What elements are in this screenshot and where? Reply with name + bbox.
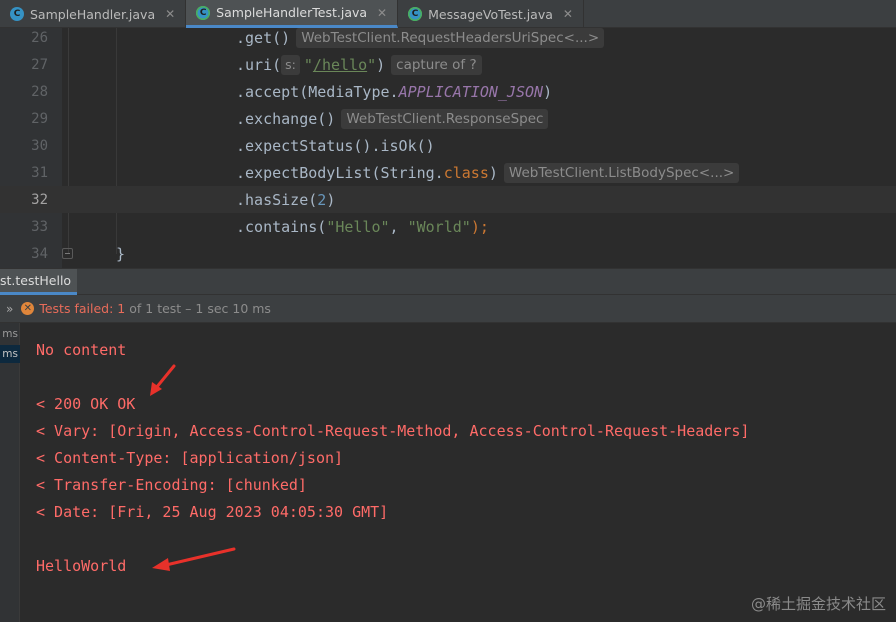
parameter-hint: s:	[281, 54, 300, 75]
code-line[interactable]: 33 .contains("Hello", "World");	[0, 213, 896, 240]
annotation-arrow-icon	[152, 547, 236, 571]
java-test-class-icon: C	[196, 5, 211, 20]
code-text: }	[116, 245, 125, 263]
code-line-current[interactable]: 32 .hasSize(2)	[0, 186, 896, 213]
run-tool-window-header: st.testHello	[0, 268, 896, 295]
type-hint: WebTestClient.ResponseSpec	[341, 108, 549, 129]
code-line[interactable]: 29 .exchange() WebTestClient.ResponseSpec	[0, 105, 896, 132]
line-number: 34	[31, 245, 48, 262]
code-line[interactable]: 26 .get() WebTestClient.RequestHeadersUri…	[0, 24, 896, 51]
test-tree-panel: ms ms	[0, 323, 20, 622]
tab-label: SampleHandlerTest.java	[216, 5, 368, 20]
code-line[interactable]: 30 .expectStatus().isOk()	[0, 132, 896, 159]
run-tab-label: st.testHello	[0, 273, 72, 288]
console-line: < Date: [Fri, 25 Aug 2023 04:05:30 GMT]	[36, 503, 389, 521]
code-editor[interactable]: 26 .get() WebTestClient.RequestHeadersUri…	[0, 27, 896, 268]
code-segment: .expectStatus().isOk()	[236, 136, 435, 155]
console-line: < Vary: [Origin, Access-Control-Request-…	[36, 422, 750, 440]
code-segment: );	[470, 217, 489, 236]
code-text: .get() WebTestClient.RequestHeadersUriSpe…	[236, 27, 605, 48]
code-text: .contains("Hello", "World");	[236, 218, 489, 236]
tab-label: MessageVoTest.java	[428, 6, 553, 22]
close-icon[interactable]: ✕	[563, 7, 573, 21]
console-line: < Content-Type: [application/json]	[36, 449, 344, 467]
code-segment: }	[116, 244, 126, 263]
code-line[interactable]: 34 }	[0, 240, 896, 267]
code-text: .expectBodyList(String. class) WebTestClie…	[236, 162, 740, 183]
code-text: .hasSize(2)	[236, 191, 335, 209]
test-failed-count: 1	[117, 301, 126, 316]
code-segment: .exchange()	[236, 109, 336, 128]
string-literal: "World"	[407, 217, 471, 236]
line-number: 31	[31, 164, 48, 181]
code-segment: )	[488, 163, 498, 182]
type-hint: WebTestClient.RequestHeadersUriSpec<...>	[296, 27, 605, 48]
close-icon[interactable]: ✕	[165, 7, 175, 21]
console-line: < 200 OK OK	[36, 395, 136, 413]
number-literal: 2	[317, 190, 327, 209]
test-status-label: Tests failed:	[39, 301, 114, 316]
code-segment: .hasSize(	[236, 190, 318, 209]
line-number: 33	[31, 218, 48, 235]
line-number: 26	[31, 29, 48, 46]
code-text: .exchange() WebTestClient.ResponseSpec	[236, 108, 549, 129]
line-number: 32	[31, 191, 48, 208]
close-icon[interactable]: ✕	[377, 6, 387, 20]
code-line[interactable]: 27 .uri(s: "/hello") capture of ?	[0, 51, 896, 78]
code-line[interactable]: 28 .accept(MediaType. APPLICATION_JSON)	[0, 78, 896, 105]
code-segment: .expectBodyList(String.	[236, 163, 444, 182]
java-test-class-icon: C	[408, 7, 423, 21]
code-segment: )	[326, 190, 336, 209]
line-number: 28	[31, 83, 48, 100]
code-text: .accept(MediaType. APPLICATION_JSON)	[236, 83, 552, 101]
keyword: class	[443, 163, 489, 182]
code-segment: )	[543, 82, 553, 101]
line-number: 30	[31, 137, 48, 154]
code-segment: .accept(MediaType.	[236, 82, 399, 101]
code-segment: .uri(	[236, 55, 282, 74]
test-failed-icon: ✕	[21, 302, 35, 315]
url-link[interactable]: /hello	[313, 56, 367, 74]
run-tab-testhello[interactable]: st.testHello	[0, 269, 78, 295]
test-status-bar: » ✕ Tests failed: 1 of 1 test – 1 sec 10…	[0, 295, 896, 323]
java-class-icon: C	[10, 7, 24, 21]
string-literal: "Hello"	[326, 217, 390, 236]
tab-label: SampleHandler.java	[30, 6, 156, 22]
type-hint: capture of ?	[391, 54, 482, 75]
test-tree-item[interactable]: ms	[0, 325, 20, 343]
code-line[interactable]: 31 .expectBodyList(String. class) WebTestC…	[0, 159, 896, 186]
watermark: @稀土掘金技术社区	[750, 595, 886, 613]
type-hint: WebTestClient.ListBodySpec<...>	[503, 162, 740, 183]
constant: APPLICATION_JSON	[398, 82, 544, 101]
string-literal: "/hello"	[303, 55, 377, 74]
code-segment: .get()	[236, 28, 291, 47]
console-line: No content	[36, 341, 127, 359]
annotation-arrow-icon	[150, 364, 176, 396]
expand-icon[interactable]: »	[6, 302, 13, 316]
line-number: 29	[31, 110, 48, 127]
fold-icon[interactable]	[62, 248, 73, 259]
console-line: < Transfer-Encoding: [chunked]	[36, 476, 307, 494]
code-text: .uri(s: "/hello") capture of ?	[236, 54, 482, 75]
test-status-detail: of 1 test – 1 sec 10 ms	[129, 301, 271, 316]
code-segment: )	[376, 55, 386, 74]
test-tree-item-selected[interactable]: ms	[0, 345, 20, 363]
code-text: .expectStatus().isOk()	[236, 137, 435, 155]
code-segment: .contains(	[236, 217, 327, 236]
code-segment: ,	[389, 217, 408, 236]
console-line: HelloWorld	[36, 557, 127, 575]
line-number: 27	[31, 56, 48, 73]
